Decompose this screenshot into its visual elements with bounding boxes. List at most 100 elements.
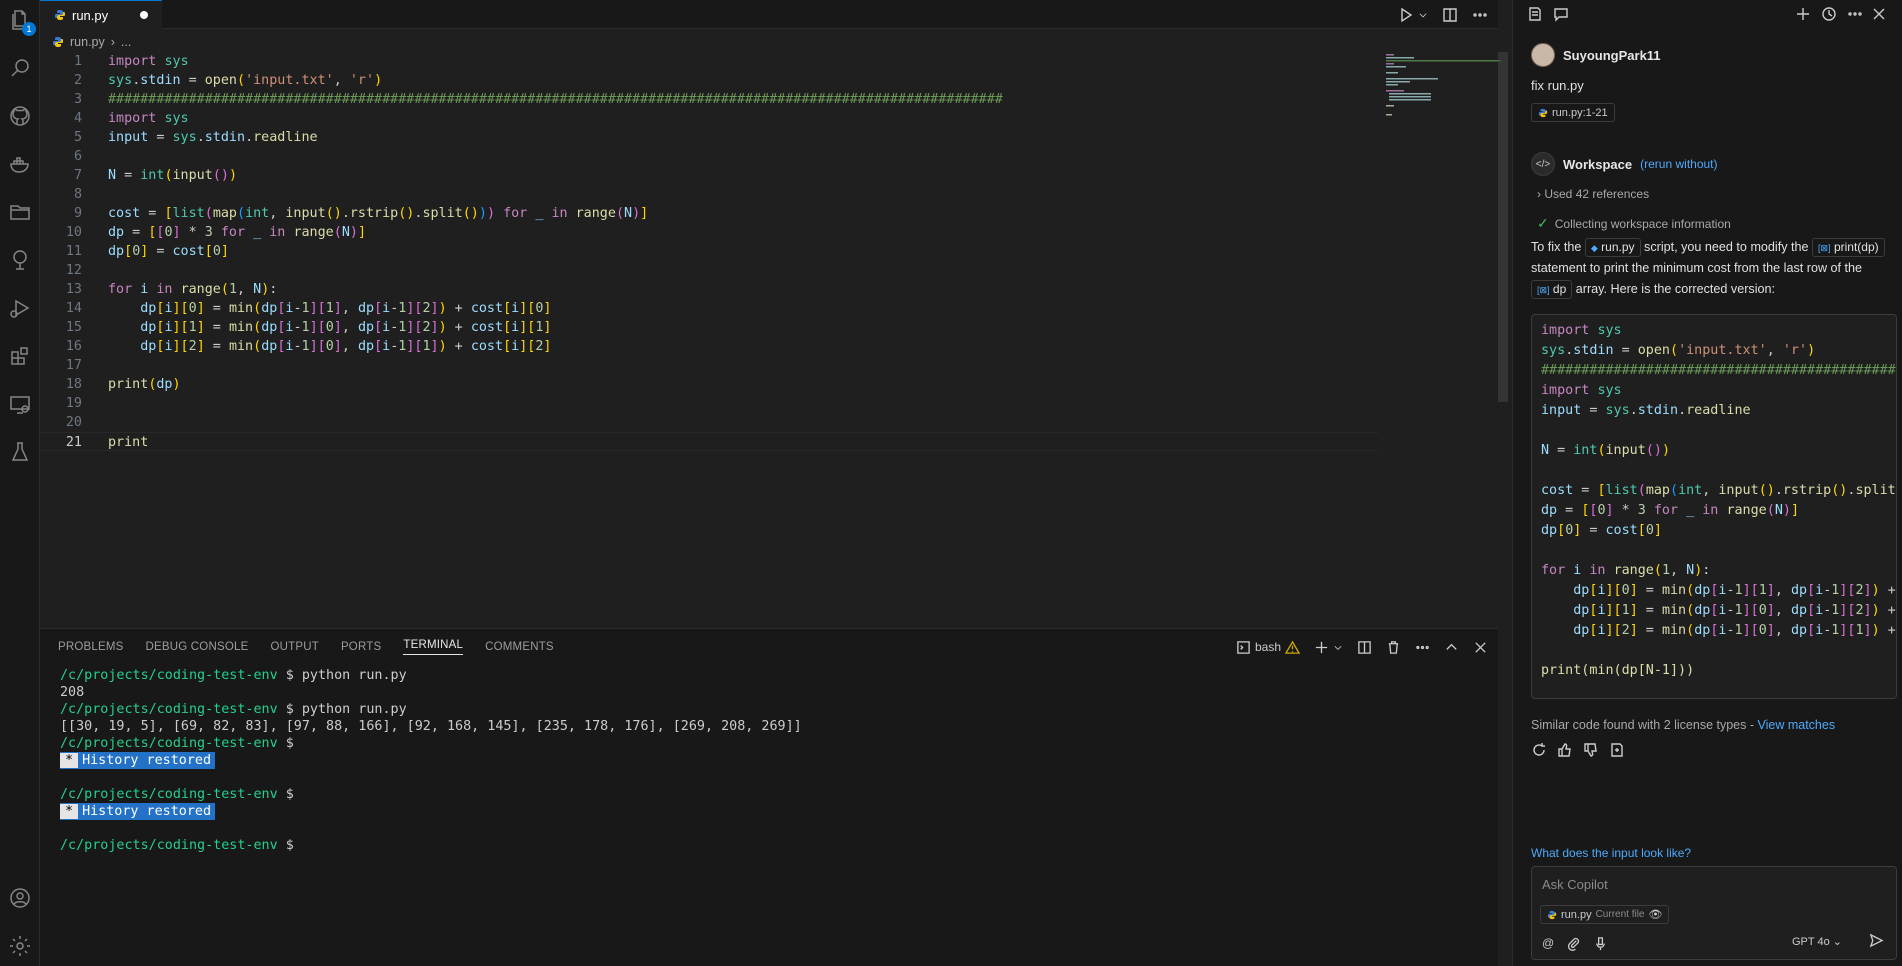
explorer-icon[interactable]: 1 [0,0,40,40]
chevron-down-icon[interactable] [1418,7,1428,23]
current-file-chip[interactable]: run.py Current file 👁 [1540,905,1670,924]
ask-copilot-box: Ask Copilot run.py Current file 👁 @ GPT … [1531,866,1897,960]
line-number: 10 [65,225,82,240]
split-editor-icon[interactable] [1442,7,1458,23]
maximize-panel-icon[interactable] [1444,640,1459,655]
folder-icon[interactable] [0,192,40,232]
remote-explorer-icon[interactable] [0,384,40,424]
github-icon[interactable] [0,96,40,136]
tab-problems[interactable]: PROBLEMS [58,641,124,653]
editor-tab-bar: run.py [40,0,1498,29]
suggested-followup-link[interactable]: What does the input look like? [1531,846,1691,860]
microphone-icon[interactable] [1593,936,1608,951]
thumbs-down-icon[interactable] [1583,742,1599,758]
user-prompt: fix run.py [1531,78,1584,93]
tab-debug-console[interactable]: DEBUG CONSOLE [146,641,249,653]
source-control-icon[interactable] [0,240,40,280]
inline-file-chip[interactable]: ◆ run.py [1584,238,1641,257]
comment-text: ########################################… [108,92,1003,107]
code-line: 18 print(dp) [40,375,1378,394]
unsaved-dot-icon[interactable] [140,11,148,19]
collecting-status: ✓ Collecting workspace information [1537,215,1731,231]
eye-icon[interactable]: 👁 [1648,908,1662,921]
minimap[interactable] [1386,52,1506,122]
chevron-down-icon[interactable] [1333,640,1343,655]
rerun-without-link[interactable]: (rerun without) [1640,157,1717,171]
history-restored-banner: * History restored [60,803,802,820]
trash-icon[interactable] [1386,640,1401,655]
more-actions-icon[interactable] [1415,640,1430,655]
tab-comments[interactable]: COMMENTS [485,641,554,653]
code-line: 12 [40,261,1378,280]
line-number: 19 [65,396,82,411]
editor-scrollbar[interactable] [1498,52,1508,402]
retry-icon[interactable] [1531,742,1547,758]
chat-icon[interactable] [1553,6,1569,22]
history-icon[interactable] [1821,6,1837,22]
terminal-icon [1237,640,1250,654]
workspace-agent: </> Workspace (rerun without) [1531,152,1718,176]
code-line: for i in range(1, N): [1541,563,1711,578]
tab-ports[interactable]: PORTS [341,641,381,653]
terminal-shell-selector[interactable]: bash [1236,640,1300,655]
line-number: 9 [73,206,82,221]
more-actions-icon[interactable] [1847,6,1863,22]
account-icon[interactable] [0,878,40,918]
more-actions-icon[interactable] [1472,7,1488,23]
avatar [1531,43,1555,67]
code-block[interactable]: import sys sys.stdin = open('input.txt',… [1531,314,1897,699]
breadcrumb-file[interactable]: run.py [70,35,105,49]
view-matches-link[interactable]: View matches [1758,718,1836,732]
docker-icon[interactable] [0,144,40,184]
line-number: 14 [65,301,82,316]
tab-output[interactable]: OUTPUT [270,641,318,653]
run-debug-icon[interactable] [0,288,40,328]
run-python-file-icon[interactable] [1398,7,1414,23]
send-icon[interactable] [1869,933,1884,951]
line-number: 4 [73,111,82,126]
mention-at-icon[interactable]: @ [1542,936,1554,950]
terminal-line: /c/projects/coding-test-env $ [60,736,302,751]
inline-symbol-chip[interactable]: [⊠] dp [1531,280,1573,299]
terminal-output[interactable]: /c/projects/coding-test-env $ python run… [60,667,802,854]
user-name: SuyoungPark11 [1563,47,1661,63]
code-line: 4 import sys [40,109,1378,128]
used-references-toggle[interactable]: › Used 42 references [1537,187,1649,201]
ask-copilot-input[interactable]: Ask Copilot [1542,877,1608,892]
inline-symbol-chip[interactable]: [⊠] print(dp) [1812,238,1885,257]
python-file-icon [55,10,65,20]
close-icon[interactable] [1871,6,1887,22]
line-number: 11 [65,244,82,259]
model-selector[interactable]: GPT 4o ⌄ [1792,935,1842,948]
check-icon: ✓ [1537,215,1549,231]
code-line: dp[i][1] = min(dp[i-1][0], dp[i-1][2]) +… [1573,603,1896,618]
new-terminal-plus-icon[interactable] [1314,640,1329,655]
new-chat-plus-icon[interactable] [1795,6,1811,22]
breadcrumb-rest[interactable]: ... [121,35,131,49]
code-line: 6 [40,147,1378,166]
testing-icon[interactable] [0,432,40,472]
close-icon[interactable] [1473,640,1488,655]
search-icon[interactable] [0,48,40,88]
tab-terminal[interactable]: TERMINAL [403,639,464,655]
line-number: 13 [65,282,82,297]
insert-into-editor-icon[interactable] [1609,742,1625,758]
explorer-badge: 1 [22,22,36,36]
extensions-icon[interactable] [0,336,40,376]
chat-edits-icon[interactable] [1527,6,1543,22]
terminal-line: /c/projects/coding-test-env $ [60,787,302,802]
terminal-line: [[30, 19, 5], [69, 82, 83], [97, 88, 166… [60,719,802,734]
code-editor[interactable]: 1 import sys 2 sys.stdin = open('input.txt… [40,52,1378,472]
code-line: dp = [[0] * 3 for _ in range(N)] [1541,503,1799,518]
code-line: import sys [1541,383,1622,398]
file-reference-chip[interactable]: run.py:1-21 [1531,103,1615,122]
settings-gear-icon[interactable] [0,926,40,966]
breadcrumb: run.py › ... [52,33,131,51]
thumbs-up-icon[interactable] [1557,742,1573,758]
tab-run-py[interactable]: run.py [40,0,162,29]
code-line: 11 dp[0] = cost[0] [40,242,1378,261]
editor-area: run.py run.py › ... 1 import sys 2 sys.std… [40,0,1508,628]
attach-paperclip-icon[interactable] [1566,936,1581,951]
code-line: 7N = int(input()) [40,166,1378,185]
split-terminal-icon[interactable] [1357,640,1372,655]
